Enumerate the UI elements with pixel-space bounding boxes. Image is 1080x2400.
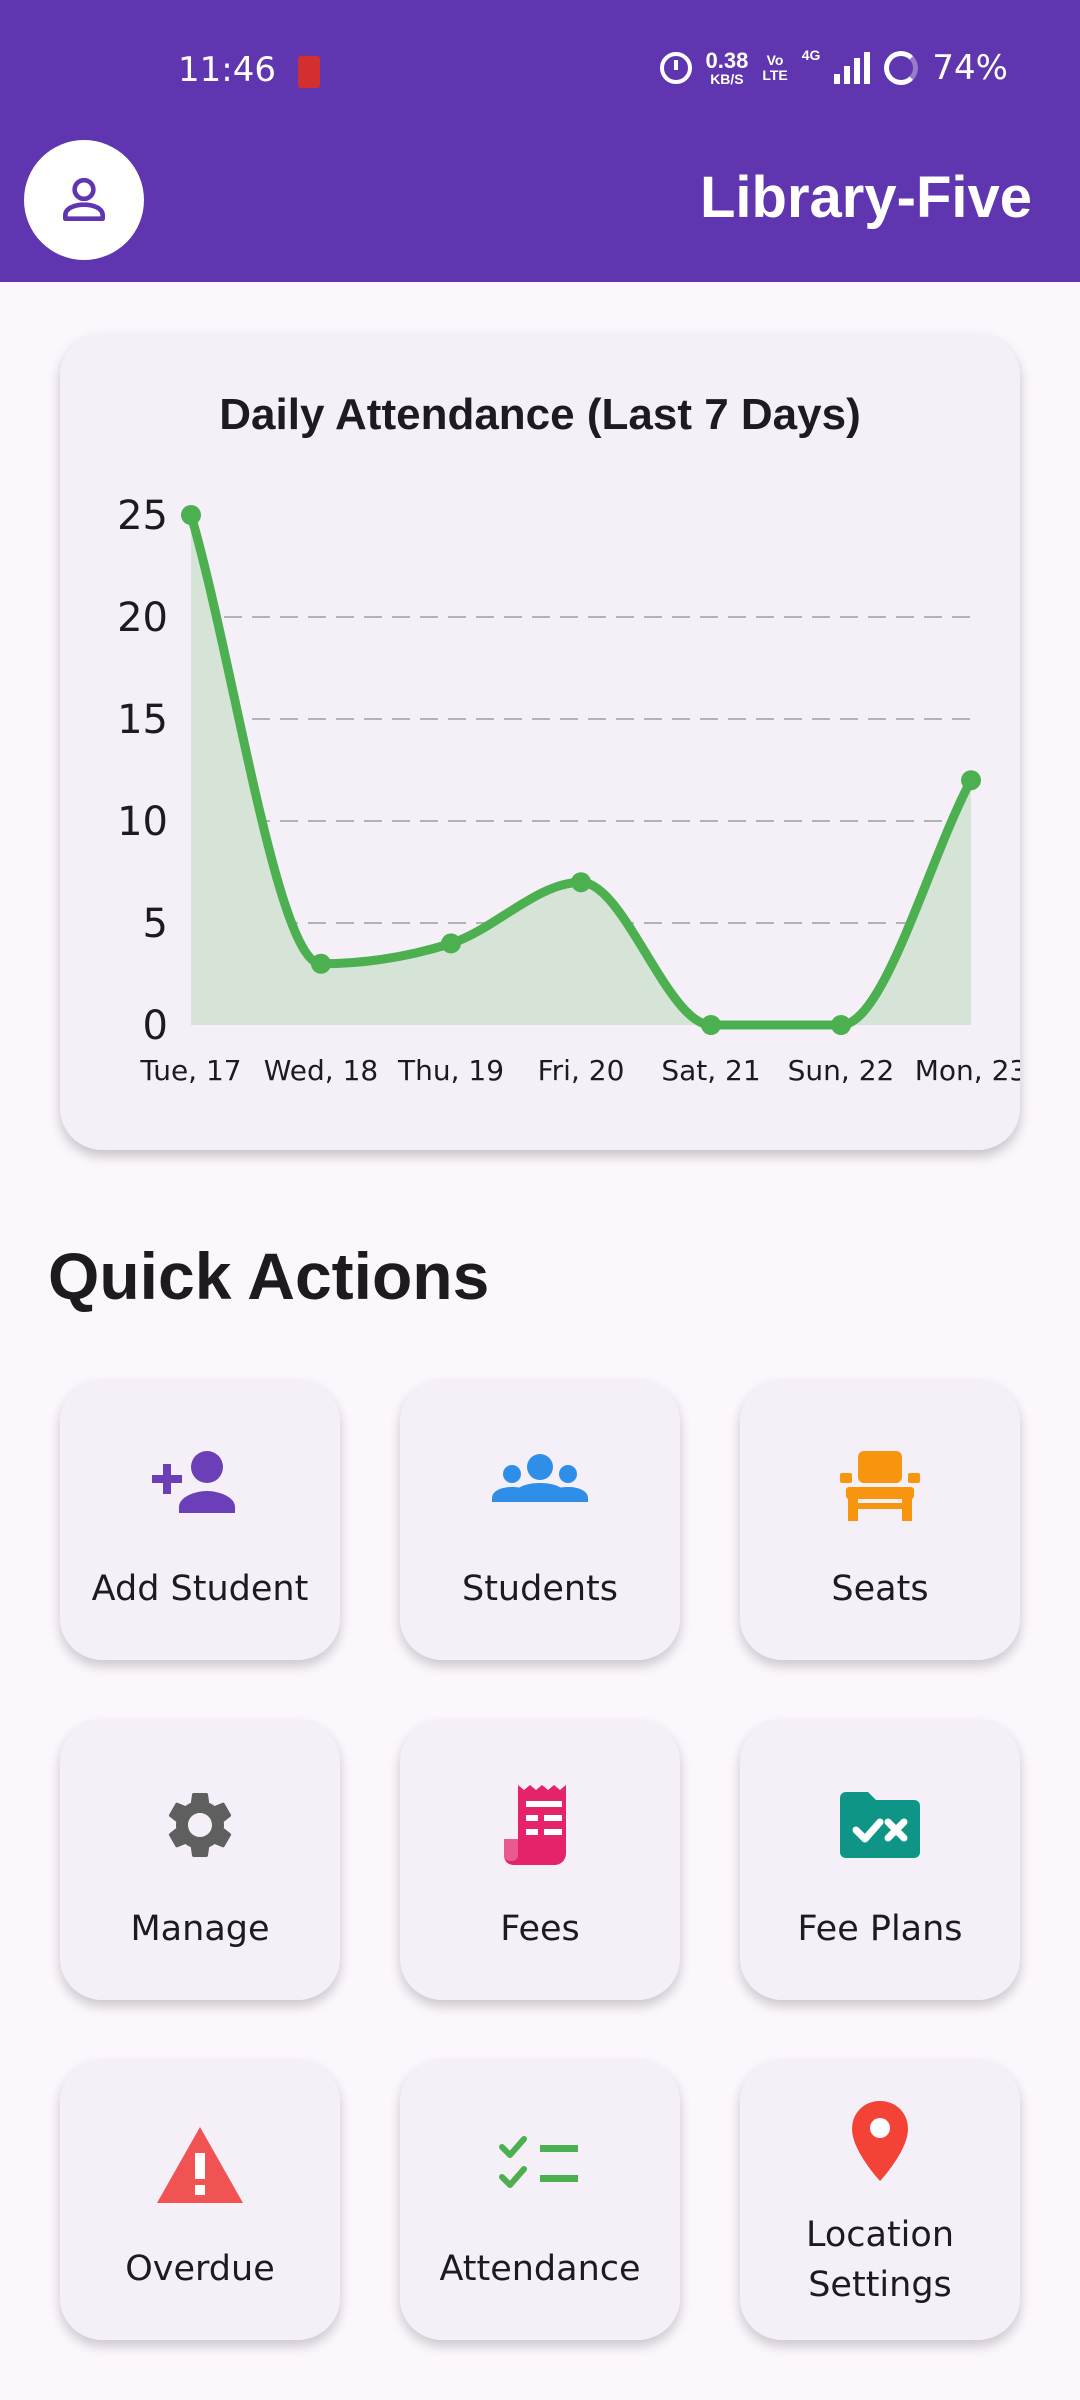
gear-icon	[168, 1793, 232, 1857]
chart-x-tick-label: Mon, 23	[915, 1054, 1020, 1087]
alarm-icon	[659, 52, 692, 84]
tile-label: Attendance	[439, 2249, 641, 2289]
chart-x-tick-label: Wed, 18	[264, 1054, 378, 1087]
network-speed: 0.38 KB/S	[705, 48, 749, 87]
location-settings-button[interactable]: Location Settings	[740, 2060, 1020, 2340]
add-student-button[interactable]: Add Student	[60, 1380, 340, 1660]
chart-point-7	[961, 770, 981, 791]
chart-point-6	[831, 1015, 851, 1035]
app-title: Library-Five	[700, 165, 1032, 230]
battery-ring-icon	[884, 51, 919, 85]
seats-button[interactable]: Seats	[740, 1380, 1020, 1660]
chart-y-tick-label: 10	[117, 799, 168, 845]
volte-bottom: LTE	[762, 67, 788, 83]
battery-percent: 74%	[932, 48, 1008, 88]
attendance-chart: 0 5 10 15 20 25 Tue, 17 Wed, 18 Thu, 19 Fri, 20 Sa…	[117, 493, 1020, 1087]
status-time: 11:46	[178, 50, 276, 90]
fees-button[interactable]: Fees	[400, 1720, 680, 2000]
chart-y-tick-label: 20	[117, 595, 168, 641]
signal-icon	[834, 52, 871, 84]
profile-avatar-button[interactable]	[24, 140, 144, 260]
add-person-icon	[152, 1451, 235, 1513]
tile-label: Overdue	[125, 2249, 275, 2289]
overdue-button[interactable]: Overdue	[60, 2060, 340, 2340]
app-bar: Library-Five	[0, 140, 1080, 282]
manage-button[interactable]: Manage	[60, 1720, 340, 2000]
notification-app-icon	[298, 56, 320, 88]
chart-point-2	[311, 953, 331, 974]
tile-label: Fees	[500, 1909, 580, 1949]
chart-y-tick-label: 15	[117, 697, 168, 743]
tile-label: Students	[461, 1569, 618, 1609]
chart-point-4	[571, 872, 591, 893]
attendance-button[interactable]: Attendance	[400, 2060, 680, 2340]
network-type: 4G	[801, 47, 821, 63]
tile-label: Location Settings	[805, 2215, 955, 2305]
chart-y-tick-label: 5	[143, 901, 168, 947]
tile-label: Add Student	[91, 1569, 309, 1609]
group-icon	[492, 1454, 588, 1502]
volte-icon: Vo LTE	[762, 51, 788, 84]
tile-label: Seats	[831, 1569, 929, 1609]
students-button[interactable]: Students	[400, 1380, 680, 1660]
chart-x-tick-label: Thu, 19	[397, 1054, 504, 1087]
chair-icon	[840, 1451, 920, 1521]
chart-x-tick-label: Fri, 20	[538, 1054, 625, 1087]
network-speed-unit: KB/S	[710, 71, 744, 87]
chart-y-tick-label: 0	[143, 1003, 168, 1049]
network-speed-value: 0.38	[705, 48, 749, 73]
receipt-icon	[504, 1785, 566, 1865]
chart-y-tick-label: 25	[117, 493, 168, 539]
tile-label: Manage	[130, 1909, 270, 1949]
quick-actions-title: Quick Actions	[48, 1239, 490, 1313]
chart-point-3	[441, 933, 461, 954]
chart-x-tick-label: Sun, 22	[788, 1054, 895, 1087]
chart-x-tick-label: Sat, 21	[661, 1054, 760, 1087]
status-bar: 11:46 0.38 KB/S Vo LTE 4G 74%	[0, 0, 1080, 140]
warning-icon	[157, 2127, 243, 2203]
volte-top: Vo	[766, 51, 784, 68]
checklist-icon	[499, 2136, 578, 2188]
chart-point-1	[181, 505, 201, 525]
location-pin-icon	[852, 2101, 908, 2181]
status-icons: 0.38 KB/S Vo LTE 4G 74%	[659, 47, 1008, 88]
chart-x-tick-label: Tue, 17	[139, 1054, 241, 1087]
attendance-chart-card: Daily Attendance (Last 7 Days) 0 5 10 15 20 2…	[60, 334, 1020, 1150]
folder-check-icon	[840, 1792, 920, 1858]
chart-point-5	[701, 1015, 721, 1035]
fee-plans-button[interactable]: Fee Plans	[740, 1720, 1020, 2000]
person-icon	[62, 177, 105, 222]
tile-label: Fee Plans	[797, 1909, 963, 1949]
